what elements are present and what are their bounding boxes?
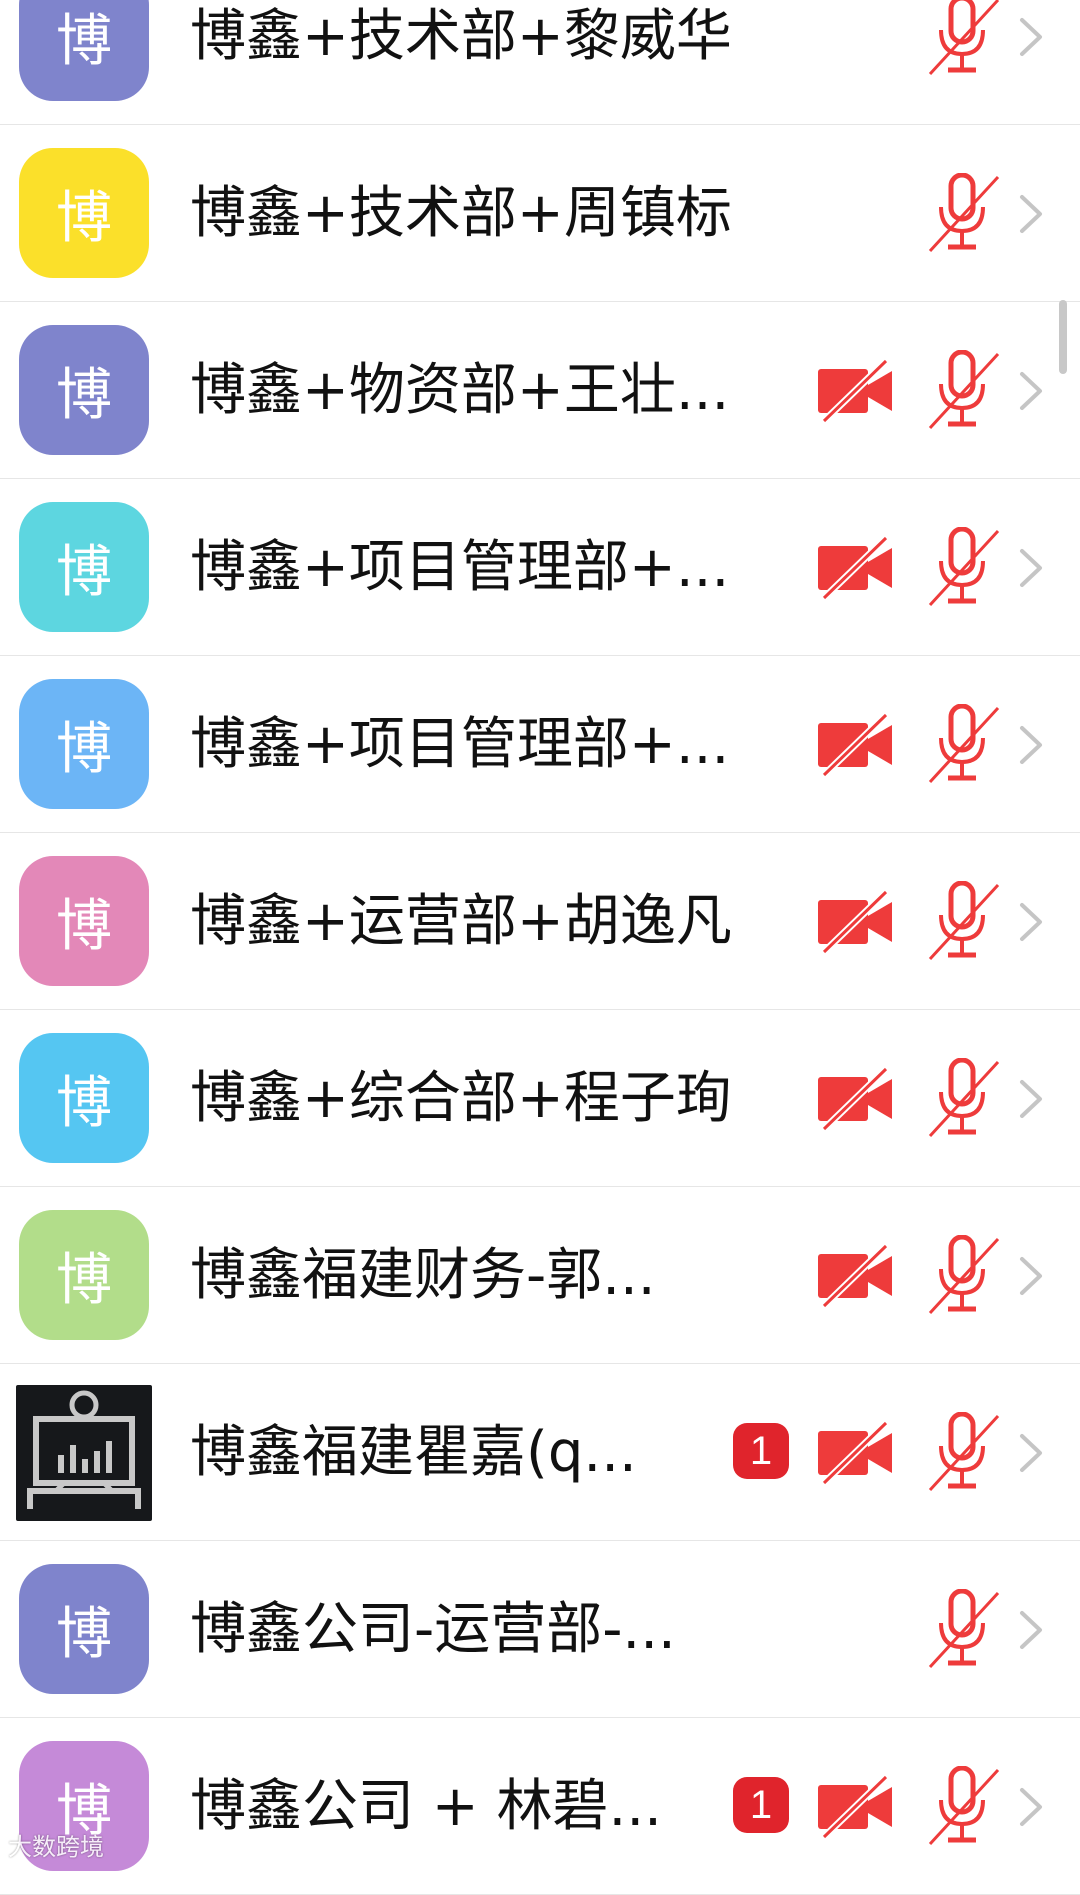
avatar-initial: 博	[56, 1070, 112, 1136]
chevron-right-icon[interactable]	[1018, 1786, 1044, 1828]
device-avatar	[16, 1385, 152, 1521]
avatar: 博	[19, 148, 149, 278]
participant-row[interactable]: 博博鑫公司 + 林碧... 1	[0, 1718, 1080, 1895]
participant-name: 博鑫+技术部+周镇标	[190, 181, 732, 246]
participant-list: 博博鑫+技术部+黎威华博博鑫+技术部+周镇标博博鑫+物资部+王壮... 博博鑫+项…	[0, 0, 1080, 1895]
participant-row[interactable]: 博 博鑫+技术部+周镇标	[0, 125, 1080, 302]
participant-name: 博鑫+项目管理部+...	[190, 535, 730, 600]
mic-off-icon[interactable]	[924, 349, 1002, 430]
scrollbar[interactable]	[1059, 300, 1067, 374]
video-off-icon[interactable]	[816, 1774, 894, 1840]
video-off-icon[interactable]	[816, 358, 894, 424]
chevron-right-icon[interactable]	[1018, 901, 1044, 943]
avatar-initial: 博	[56, 8, 112, 74]
mic-off-icon[interactable]	[924, 1057, 1002, 1138]
avatar-initial: 博	[56, 1247, 112, 1313]
chevron-right-icon[interactable]	[1018, 1432, 1044, 1474]
participant-name: 博鑫+运营部+胡逸凡	[190, 889, 732, 954]
participant-row[interactable]: 博 博鑫公司-运营部-...	[0, 1541, 1080, 1718]
avatar: 博	[19, 325, 149, 455]
avatar: 博	[19, 1210, 149, 1340]
mic-off-icon[interactable]	[924, 1588, 1002, 1669]
participant-name: 博鑫公司 + 林碧...	[190, 1774, 662, 1839]
mic-off-icon[interactable]	[924, 1411, 1002, 1492]
participant-row[interactable]: 博 博鑫福建财务-郭...	[0, 1187, 1080, 1364]
video-off-icon[interactable]	[816, 1420, 894, 1486]
participant-name: 博鑫+项目管理部+...	[190, 712, 730, 777]
unread-badge: 1	[733, 1423, 789, 1479]
video-off-icon[interactable]	[816, 535, 894, 601]
participant-row[interactable]: 博 博鑫+综合部+程子珣	[0, 1010, 1080, 1187]
participant-row[interactable]: 博 博鑫+项目管理部+...	[0, 479, 1080, 656]
avatar-initial: 博	[56, 716, 112, 782]
chevron-right-icon[interactable]	[1018, 16, 1044, 58]
avatar-initial: 博	[56, 185, 112, 251]
avatar-initial: 博	[56, 1601, 112, 1667]
mic-off-icon[interactable]	[924, 0, 1002, 76]
watermark: 大数跨境	[8, 1833, 104, 1861]
avatar-initial: 博	[56, 893, 112, 959]
mic-off-icon[interactable]	[924, 1765, 1002, 1846]
participant-row[interactable]: 博 博鑫+项目管理部+...	[0, 656, 1080, 833]
participant-row[interactable]: 博 博鑫+运营部+胡逸凡	[0, 833, 1080, 1010]
avatar: 博	[19, 1564, 149, 1694]
mic-off-icon[interactable]	[924, 703, 1002, 784]
video-off-icon[interactable]	[816, 889, 894, 955]
video-terminal-icon	[27, 1390, 141, 1509]
participant-name: 博鑫公司-运营部-...	[190, 1597, 676, 1662]
chevron-right-icon[interactable]	[1018, 1255, 1044, 1297]
mic-off-icon[interactable]	[924, 880, 1002, 961]
avatar: 博	[19, 0, 149, 101]
mic-off-icon[interactable]	[924, 172, 1002, 253]
participant-name: 博鑫福建瞿嘉(q...	[190, 1420, 637, 1485]
video-off-icon[interactable]	[816, 1243, 894, 1309]
chevron-right-icon[interactable]	[1018, 370, 1044, 412]
avatar: 博	[19, 679, 149, 809]
mic-off-icon[interactable]	[924, 1234, 1002, 1315]
unread-badge: 1	[733, 1777, 789, 1833]
chevron-right-icon[interactable]	[1018, 547, 1044, 589]
participant-name: 博鑫+综合部+程子珣	[190, 1066, 732, 1131]
chevron-right-icon[interactable]	[1018, 193, 1044, 235]
participant-row[interactable]: 博鑫福建瞿嘉(q... 1	[0, 1364, 1080, 1541]
participant-name: 博鑫+技术部+黎威华	[190, 4, 732, 69]
participant-row[interactable]: 博 博鑫+技术部+黎威华	[0, 0, 1080, 125]
chevron-right-icon[interactable]	[1018, 1078, 1044, 1120]
video-off-icon[interactable]	[816, 1066, 894, 1132]
participant-name: 博鑫+物资部+王壮...	[190, 358, 730, 423]
participant-name: 博鑫福建财务-郭...	[190, 1243, 656, 1308]
avatar: 博	[19, 1033, 149, 1163]
chevron-right-icon[interactable]	[1018, 1609, 1044, 1651]
video-off-icon[interactable]	[816, 712, 894, 778]
avatar: 博	[19, 856, 149, 986]
avatar-initial: 博	[56, 362, 112, 428]
participant-row[interactable]: 博 博鑫+物资部+王壮...	[0, 302, 1080, 479]
chevron-right-icon[interactable]	[1018, 724, 1044, 766]
avatar-initial: 博	[56, 539, 112, 605]
avatar: 博	[19, 502, 149, 632]
mic-off-icon[interactable]	[924, 526, 1002, 607]
